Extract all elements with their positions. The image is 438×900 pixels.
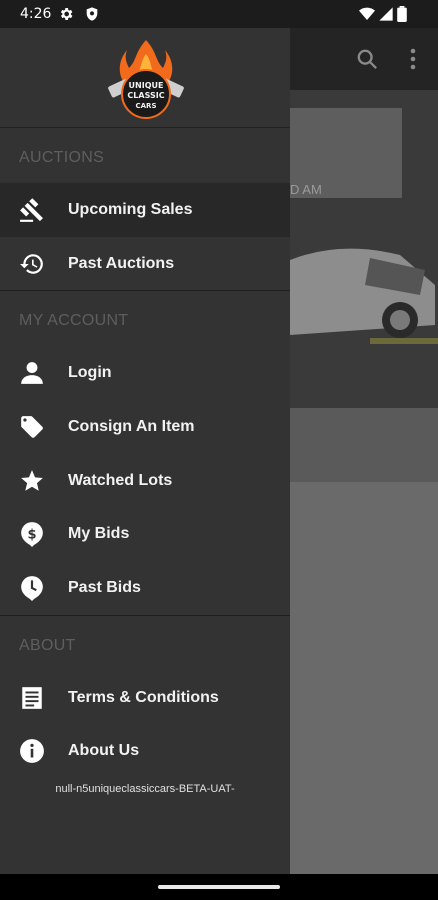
svg-text:UNIQUE: UNIQUE: [129, 81, 164, 90]
home-handle[interactable]: [158, 885, 280, 889]
build-version-text: null-n5uniqueclassiccars-BETA-UAT-: [55, 783, 235, 795]
status-time: 4:26: [20, 6, 52, 22]
settings-icon: [60, 8, 73, 20]
menu-item-label: Terms & Conditions: [68, 688, 219, 706]
drawer-header: UNIQUE CLASSIC CARS: [0, 28, 290, 128]
menu-item-label: Login: [68, 364, 112, 382]
menu-item-label: Past Bids: [68, 578, 141, 596]
more-options-icon[interactable]: [406, 46, 420, 72]
menu-item-label: Past Auctions: [68, 254, 175, 272]
menu-item-label: Consign An Item: [68, 417, 195, 435]
status-bar: 4:26: [0, 0, 438, 28]
menu-item-label: Watched Lots: [68, 471, 173, 489]
tag-icon: [19, 414, 45, 440]
menu-item-terms-conditions[interactable]: Terms & Conditions: [0, 671, 290, 725]
star-icon: [19, 468, 45, 494]
dollar-pin-icon: $: [19, 521, 45, 548]
svg-text:CARS: CARS: [136, 102, 157, 110]
section-title-auctions: AUCTIONS: [19, 149, 105, 166]
menu-item-watched-lots[interactable]: Watched Lots: [0, 454, 290, 508]
system-nav-bar: [0, 874, 438, 900]
menu-item-consign-an-item[interactable]: Consign An Item: [0, 400, 290, 454]
shield-icon: [86, 7, 98, 21]
document-icon: [19, 685, 45, 711]
wifi-icon: [359, 7, 375, 21]
person-icon: [19, 360, 45, 386]
menu-item-login[interactable]: Login: [0, 346, 290, 400]
menu-item-past-auctions[interactable]: Past Auctions: [0, 237, 290, 291]
menu-item-upcoming-sales[interactable]: Upcoming Sales: [0, 183, 290, 237]
menu-item-label: Upcoming Sales: [68, 200, 193, 218]
svg-text:CLASSIC: CLASSIC: [127, 91, 164, 100]
search-icon[interactable]: [356, 48, 378, 70]
menu-item-label: About Us: [68, 742, 140, 760]
section-title-about: ABOUT: [19, 636, 76, 654]
clock-pin-icon: [19, 575, 45, 601]
battery-icon: [397, 6, 407, 22]
menu-item-past-bids[interactable]: Past Bids: [0, 561, 290, 615]
signal-icon: [379, 7, 393, 21]
info-icon: [19, 738, 45, 764]
menu-item-about-us[interactable]: About Us: [0, 725, 290, 779]
section-title-my-account: MY ACCOUNT: [19, 312, 129, 330]
gavel-icon: [19, 197, 45, 223]
menu-item-label: My Bids: [68, 525, 130, 543]
unique-classic-cars-logo: UNIQUE CLASSIC CARS: [108, 40, 184, 119]
history-icon: [19, 251, 45, 277]
navigation-drawer: UNIQUE CLASSIC CARS AUCTIONS Upcoming Sa…: [0, 28, 290, 874]
menu-item-my-bids[interactable]: $ My Bids: [0, 507, 290, 561]
svg-text:$: $: [27, 528, 36, 543]
hero-text: D AM: [290, 182, 322, 197]
